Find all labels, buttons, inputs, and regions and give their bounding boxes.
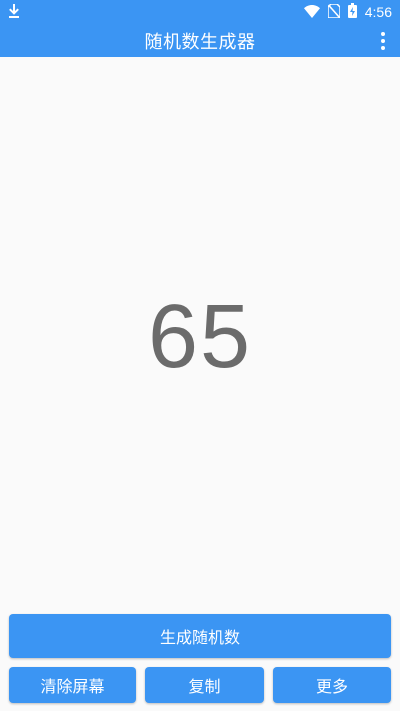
status-right: 4:56 xyxy=(303,2,392,22)
main-content: 65 xyxy=(0,57,400,611)
download-icon xyxy=(8,3,20,22)
app-title: 随机数生成器 xyxy=(144,31,256,53)
more-vert-icon[interactable] xyxy=(376,29,390,53)
generate-button[interactable]: 生成随机数 xyxy=(9,614,391,658)
status-time: 4:56 xyxy=(364,4,392,20)
wifi-icon xyxy=(303,3,320,22)
battery-charging-icon xyxy=(347,2,357,22)
clear-screen-button[interactable]: 清除屏幕 xyxy=(9,667,136,703)
no-sim-icon xyxy=(327,2,341,22)
status-left xyxy=(8,3,20,22)
more-button[interactable]: 更多 xyxy=(273,667,391,703)
random-number-display: 65 xyxy=(147,287,253,387)
status-bar: 4:56 xyxy=(0,0,400,24)
copy-button[interactable]: 复制 xyxy=(145,667,264,703)
app-bar: 随机数生成器 xyxy=(0,24,400,57)
